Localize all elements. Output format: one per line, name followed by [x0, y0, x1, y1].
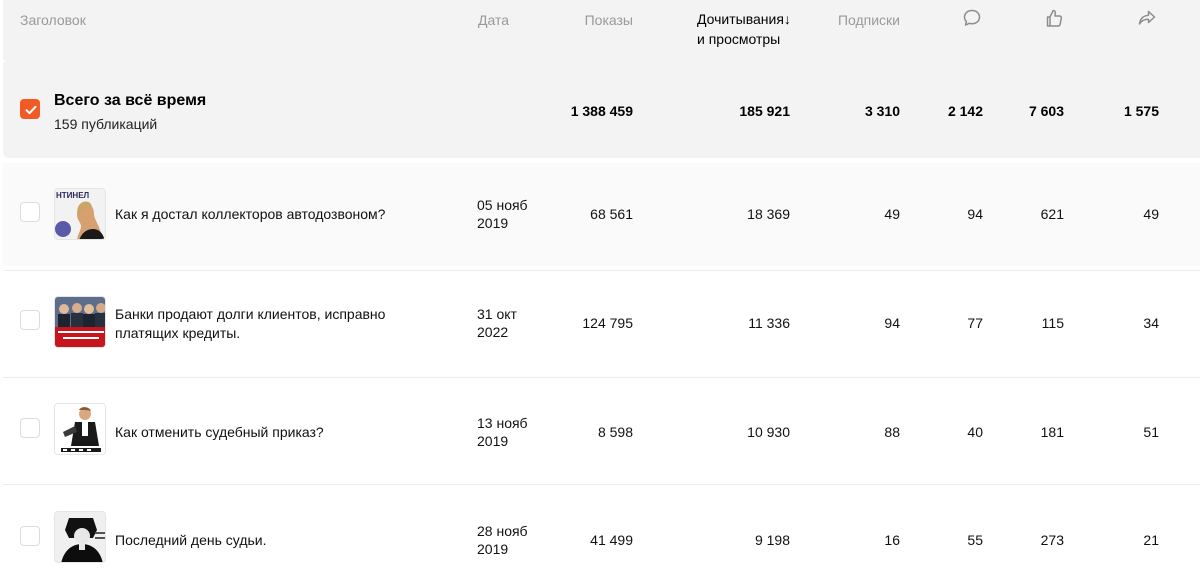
subscriptions-value: 16	[884, 532, 900, 548]
comments-value: 40	[967, 424, 983, 440]
total-row: Всего за всё время 159 публикаций 1 388 …	[3, 62, 1200, 158]
publication-date: 28 нояб 2019	[477, 522, 547, 558]
publication-date: 05 нояб 2019	[477, 196, 547, 232]
comment-icon[interactable]	[961, 7, 983, 29]
subscriptions-value: 94	[884, 315, 900, 331]
publication-title[interactable]: Последний день судьи.	[115, 531, 435, 550]
shares-value: 49	[1143, 206, 1159, 222]
publication-thumbnail[interactable]	[54, 403, 106, 455]
total-likes: 7 603	[1028, 103, 1064, 119]
row-checkbox[interactable]	[20, 418, 40, 438]
thumbnail-label: НТИНЕЛ	[56, 191, 90, 200]
column-header-reads[interactable]: Дочитывания↓ и просмотры	[697, 9, 798, 49]
likes-value: 181	[1040, 424, 1064, 440]
comments-value: 77	[967, 315, 983, 331]
date-year: 2022	[477, 324, 509, 340]
total-publications-count: 159 публикаций	[54, 116, 158, 132]
views-value: 68 561	[590, 206, 633, 222]
date-year: 2019	[477, 215, 509, 231]
date-day: 13 нояб	[477, 415, 528, 431]
share-icon[interactable]	[1136, 7, 1158, 29]
publication-thumbnail[interactable]: НТИНЕЛ	[54, 188, 106, 240]
select-all-checkbox[interactable]	[20, 99, 40, 119]
total-reads: 185 921	[739, 103, 790, 119]
publication-title-line: платящих кредиты.	[115, 325, 241, 341]
like-icon[interactable]	[1043, 7, 1065, 29]
reads-value: 9 198	[754, 532, 790, 548]
table-row[interactable]: Банки продают долги клиентов, исправно п…	[3, 270, 1200, 373]
publication-title[interactable]: Банки продают долги клиентов, исправно п…	[115, 305, 435, 343]
reads-value: 11 336	[748, 315, 790, 331]
total-views: 1 388 459	[570, 103, 633, 119]
likes-value: 621	[1040, 206, 1064, 222]
likes-value: 115	[1041, 315, 1064, 331]
date-day: 28 нояб	[477, 523, 528, 539]
column-header-title[interactable]: Заголовок	[20, 10, 86, 30]
reads-value: 18 369	[747, 206, 790, 222]
date-day: 31 окт	[477, 306, 517, 322]
column-header-reads-label: Дочитывания	[697, 11, 784, 27]
table-header: Заголовок Дата Показы Дочитывания↓ и про…	[3, 0, 1200, 62]
shares-value: 21	[1143, 532, 1159, 548]
total-comments: 2 142	[947, 103, 983, 119]
shares-value: 51	[1143, 424, 1159, 440]
table-row[interactable]: НТИНЕЛ Как я достал коллекторов автодозв…	[3, 163, 1200, 266]
publication-thumbnail[interactable]	[54, 296, 106, 348]
publication-thumbnail[interactable]	[54, 511, 106, 563]
shares-value: 34	[1143, 315, 1159, 331]
table-row[interactable]: Как отменить судебный приказ? 13 нояб 20…	[3, 377, 1200, 480]
publication-date: 31 окт 2022	[477, 305, 547, 341]
comments-value: 94	[967, 206, 983, 222]
table-row[interactable]: Последний день судьи. 28 нояб 2019 41 49…	[3, 484, 1200, 588]
date-day: 05 нояб	[477, 197, 528, 213]
check-icon	[25, 105, 37, 115]
views-value: 124 795	[582, 315, 633, 331]
subscriptions-value: 49	[884, 206, 900, 222]
publication-title[interactable]: Как отменить судебный приказ?	[115, 423, 435, 442]
total-shares: 1 575	[1123, 103, 1159, 119]
column-header-subscriptions[interactable]: Подписки	[838, 10, 900, 30]
date-year: 2019	[477, 433, 509, 449]
likes-value: 273	[1040, 532, 1064, 548]
views-value: 41 499	[590, 532, 633, 548]
publication-title-line: Банки продают долги клиентов, исправно	[115, 306, 386, 322]
row-checkbox[interactable]	[20, 310, 40, 330]
row-checkbox[interactable]	[20, 526, 40, 546]
views-value: 8 598	[597, 424, 633, 440]
column-header-views[interactable]: Показы	[585, 10, 633, 30]
publication-title[interactable]: Как я достал коллекторов автодозвоном?	[115, 205, 435, 224]
column-header-date[interactable]: Дата	[478, 10, 509, 30]
column-header-reads-label-2: и просмотры	[697, 31, 781, 47]
subscriptions-value: 88	[884, 424, 900, 440]
publication-date: 13 нояб 2019	[477, 414, 547, 450]
reads-value: 10 930	[747, 424, 790, 440]
row-checkbox[interactable]	[20, 202, 40, 222]
comments-value: 55	[967, 532, 983, 548]
sort-desc-icon: ↓	[783, 11, 791, 27]
total-subscriptions: 3 310	[864, 103, 900, 119]
date-year: 2019	[477, 541, 509, 557]
total-title: Всего за всё время	[54, 92, 207, 109]
